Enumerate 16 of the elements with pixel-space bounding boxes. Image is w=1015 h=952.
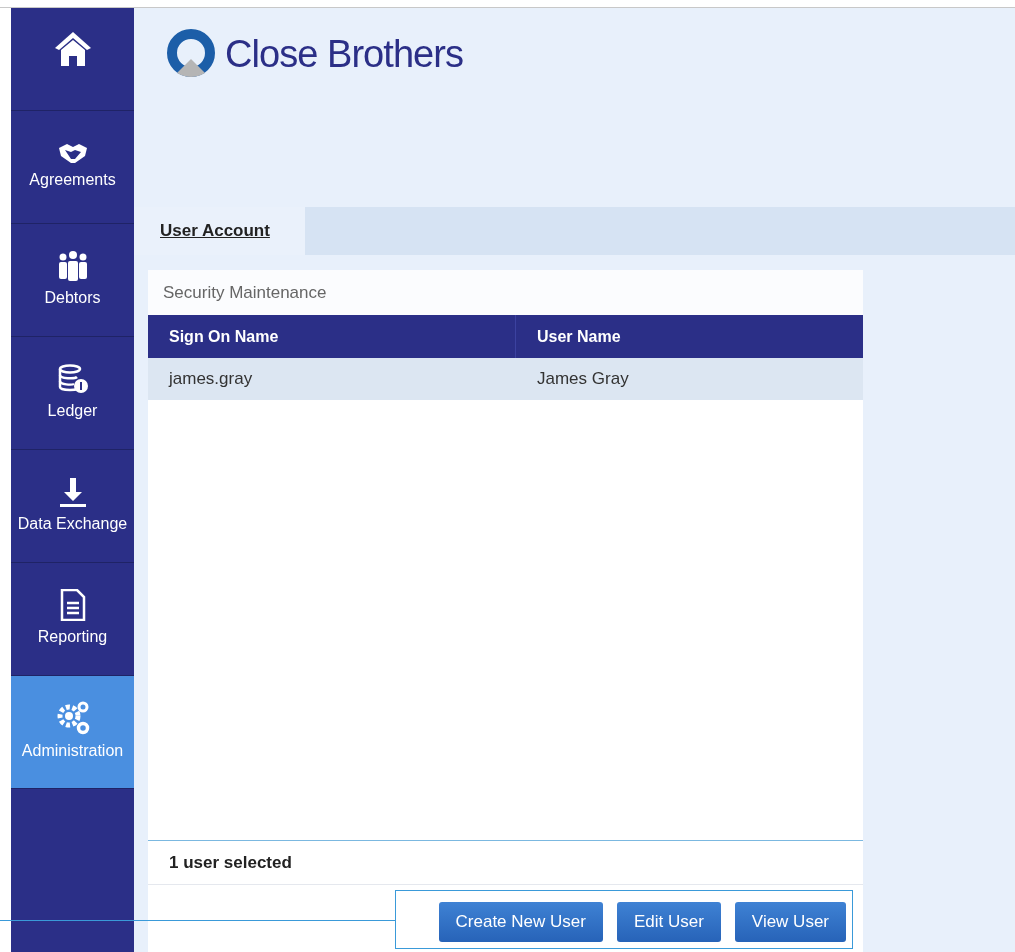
download-icon [57, 476, 88, 508]
table-cell-text: James Gray [536, 368, 630, 391]
document-icon [59, 589, 86, 621]
table-cell-text: james.gray [167, 368, 254, 391]
tab[interactable]: User Account [134, 207, 305, 255]
action-button[interactable]: Create New User [438, 902, 603, 942]
logo-text: Close Brothers [225, 32, 464, 77]
action-button[interactable]: View User [734, 902, 846, 942]
action-button[interactable]: Edit User [616, 902, 721, 942]
status-text: 1 user selected [169, 851, 292, 874]
table-row[interactable]: james.gray James Gray [148, 358, 863, 400]
panel-title: Security Maintenance [163, 281, 327, 304]
gears-icon [55, 701, 90, 735]
coins-icon [56, 363, 89, 395]
column-header: User Name [536, 326, 622, 347]
people-icon [56, 250, 89, 282]
